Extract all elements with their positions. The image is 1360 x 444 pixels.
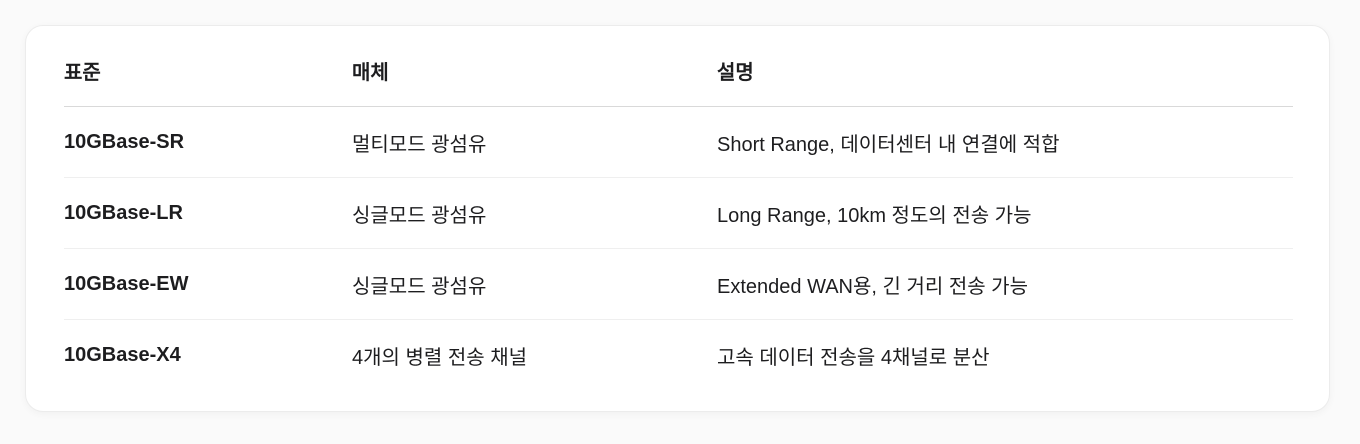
table-row: 10GBase-LR 싱글모드 광섬유 Long Range, 10km 정도의…: [64, 177, 1293, 249]
header-standard: 표준: [64, 34, 352, 107]
cell-description: Short Range, 데이터센터 내 연결에 적합: [717, 106, 1293, 178]
cell-media: 4개의 병렬 전송 채널: [352, 346, 527, 369]
cell-media: 싱글모드 광섬유: [352, 177, 717, 249]
cell-media: 멀티모드 광섬유: [352, 106, 717, 178]
cell-media: 싱글모드 광섬유: [352, 248, 717, 320]
cell-standard: 10GBase-X4: [64, 343, 181, 366]
cell-standard: 10GBase-LR: [64, 177, 352, 249]
table-row: 10GBase-SR 멀티모드 광섬유 Short Range, 데이터센터 내…: [64, 106, 1293, 178]
table-row: 10GBase-X4 4개의 병렬 전송 채널 고속 데이터 전송을 4채널로 …: [64, 320, 1293, 391]
cell-standard: 10GBase-SR: [64, 106, 352, 178]
cell-description: 고속 데이터 전송을 4채널로 분산: [717, 346, 990, 369]
ethernet-standards-table: 표준 매체 설명 10GBase-SR 멀티모드 광섬유 Short Range…: [64, 34, 1293, 390]
header-description: 설명: [717, 34, 1293, 107]
cell-standard: 10GBase-EW: [64, 248, 352, 320]
table-card: 표준 매체 설명 10GBase-SR 멀티모드 광섬유 Short Range…: [25, 25, 1330, 412]
table-row: 10GBase-EW 싱글모드 광섬유 Extended WAN용, 긴 거리 …: [64, 248, 1293, 320]
cell-description: Extended WAN용, 긴 거리 전송 가능: [717, 248, 1293, 320]
table-header-row: 표준 매체 설명: [64, 34, 1293, 107]
cell-description: Long Range, 10km 정도의 전송 가능: [717, 177, 1293, 249]
header-media: 매체: [352, 34, 717, 107]
